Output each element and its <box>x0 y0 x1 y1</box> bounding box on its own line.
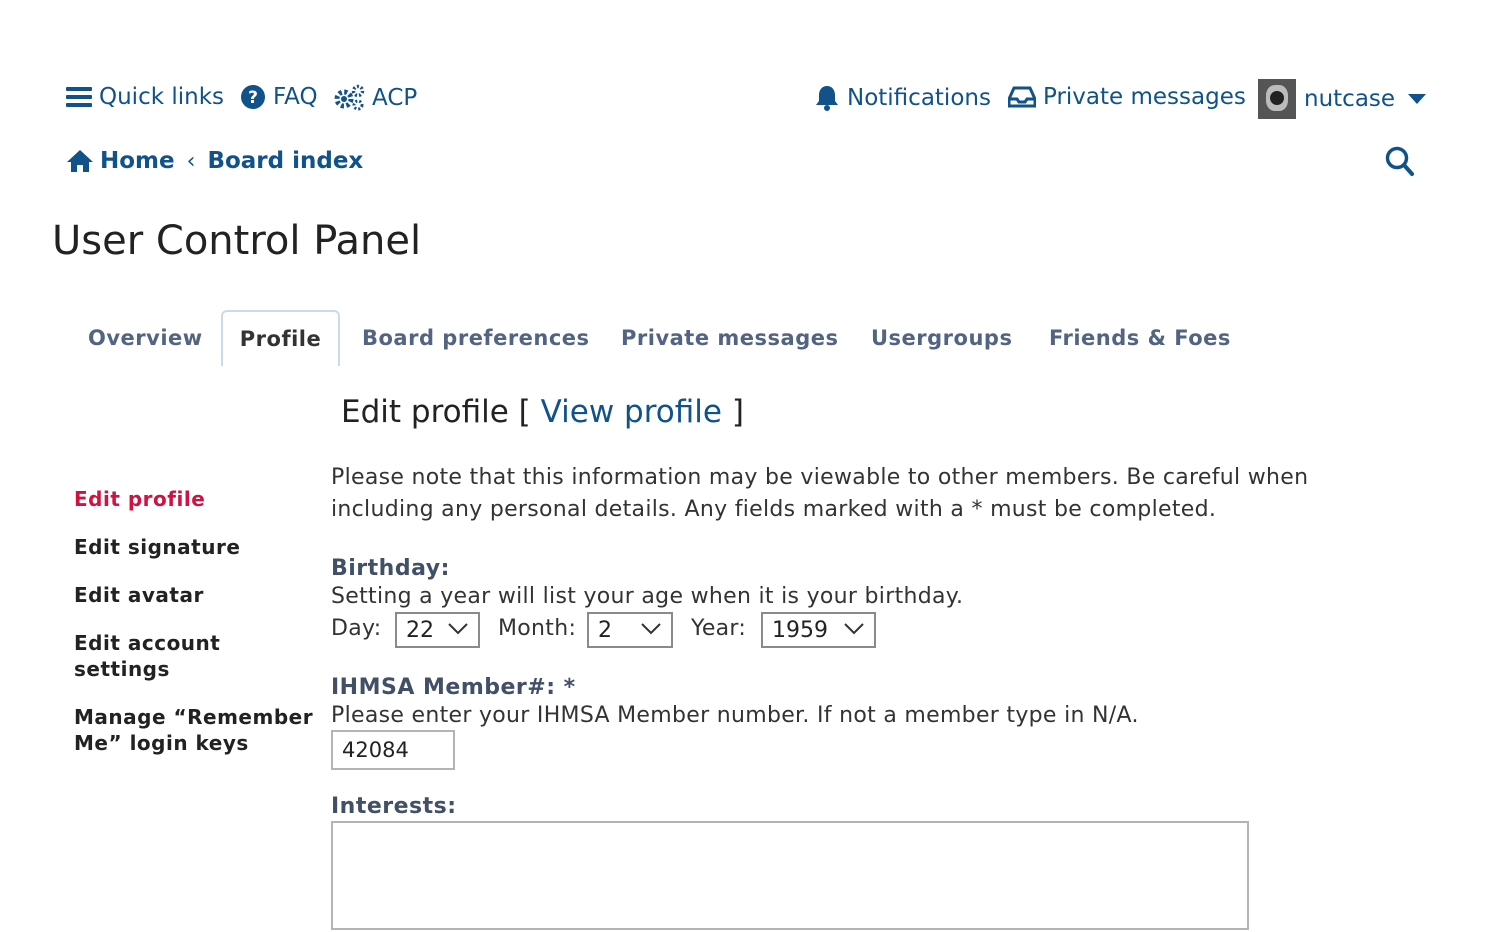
search-button[interactable] <box>1385 146 1415 182</box>
day-select-value: 22 <box>406 617 434 643</box>
quick-links-menu[interactable]: Quick links <box>66 84 224 110</box>
month-label: Month: <box>498 616 577 641</box>
tab-friends-foes[interactable]: Friends & Foes <box>1049 310 1231 366</box>
breadcrumb-separator: ‹ <box>186 148 196 174</box>
sidebar-item-edit-account-settings[interactable]: Edit account settings <box>74 630 264 682</box>
chevron-down-icon <box>448 623 468 635</box>
sidebar-item-edit-signature[interactable]: Edit signature <box>74 534 240 560</box>
faq-label: FAQ <box>273 84 318 110</box>
caret-down-icon <box>1408 94 1427 104</box>
tab-overview[interactable]: Overview <box>88 310 203 366</box>
home-icon <box>67 150 93 172</box>
acp-link[interactable]: ACP <box>333 84 417 112</box>
sidebar-item-edit-avatar[interactable]: Edit avatar <box>74 582 204 608</box>
bell-icon <box>816 86 838 111</box>
breadcrumb-home[interactable]: Home <box>66 148 175 174</box>
hamburger-icon <box>66 87 92 107</box>
home-label: Home <box>100 148 175 174</box>
interests-label: Interests: <box>331 794 457 819</box>
notifications-label: Notifications <box>847 85 991 111</box>
username-label: nutcase <box>1304 86 1396 112</box>
member-explain: Please enter your IHMSA Member number. I… <box>331 703 1139 728</box>
faq-link[interactable]: ? FAQ <box>240 84 318 110</box>
year-select[interactable]: 1959 <box>761 612 876 648</box>
private-messages-label: Private messages <box>1043 84 1246 110</box>
tab-profile[interactable]: Profile <box>221 310 340 366</box>
month-select-value: 2 <box>598 617 612 643</box>
year-label: Year: <box>691 616 747 641</box>
question-circle-icon: ? <box>241 85 265 109</box>
breadcrumb: Home ‹ Board index <box>66 148 363 174</box>
view-profile-link[interactable]: View profile <box>541 394 722 430</box>
svg-text:?: ? <box>248 88 258 108</box>
avatar <box>1258 79 1296 119</box>
day-label: Day: <box>331 616 382 641</box>
tab-usergroups[interactable]: Usergroups <box>871 310 1012 366</box>
member-number-input[interactable] <box>331 730 455 770</box>
chevron-down-icon <box>844 623 864 635</box>
member-label: IHMSA Member#: * <box>331 675 576 700</box>
notifications-link[interactable]: Notifications <box>814 84 991 112</box>
panel-heading: Edit profile [ View profile ] <box>341 394 744 430</box>
bracket-close: ] <box>731 394 744 430</box>
tab-private-messages[interactable]: Private messages <box>621 310 838 366</box>
birthday-explain: Setting a year will list your age when i… <box>331 584 964 609</box>
page-title: User Control Panel <box>52 218 422 264</box>
month-select[interactable]: 2 <box>587 612 673 648</box>
private-messages-link[interactable]: Private messages <box>1008 84 1246 110</box>
quick-links-label: Quick links <box>99 84 225 110</box>
breadcrumb-board-index[interactable]: Board index <box>207 148 363 174</box>
interests-textarea[interactable] <box>331 821 1249 930</box>
profile-notice: Please note that this information may be… <box>331 465 1309 522</box>
acp-label: ACP <box>372 85 418 111</box>
chevron-down-icon <box>641 623 661 635</box>
birthday-label: Birthday: <box>331 556 450 581</box>
day-select[interactable]: 22 <box>395 612 480 648</box>
gears-icon <box>334 84 365 111</box>
bracket-open: [ <box>518 394 531 430</box>
inbox-icon <box>1008 86 1036 108</box>
tab-board-preferences[interactable]: Board preferences <box>362 310 590 366</box>
user-menu[interactable]: nutcase <box>1258 79 1434 119</box>
search-icon <box>1385 146 1414 176</box>
sidebar-item-edit-profile[interactable]: Edit profile <box>74 486 205 512</box>
sidebar-item-remember-me-keys[interactable]: Manage “Remember Me” login keys <box>74 704 324 756</box>
year-select-value: 1959 <box>772 617 828 643</box>
panel-heading-text: Edit profile <box>341 394 509 430</box>
